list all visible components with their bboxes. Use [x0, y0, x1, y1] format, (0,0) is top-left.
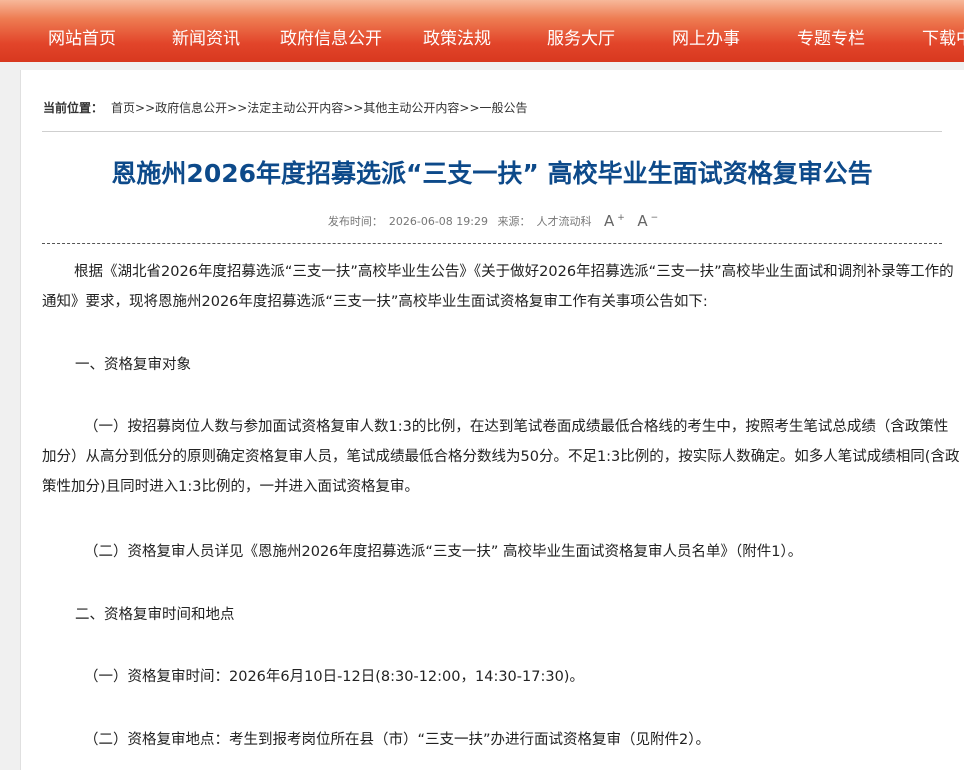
breadcrumb: 当前位置： 首页>>政府信息公开>>法定主动公开内容>>其他主动公开内容>>一般公… — [43, 99, 528, 116]
breadcrumb-other-link[interactable]: 其他主动公开内容 — [363, 101, 459, 115]
nav-item-news[interactable]: 新闻资讯 — [172, 0, 240, 62]
article-paragraph: （二）资格复审人员详见《恩施州2026年度招募选派“三支一扶” 高校毕业生面试资… — [84, 544, 803, 560]
intro-paragraph: 根据《湖北省2026年度招募选派“三支一扶”高校毕业生公告》《关于做好2026年… — [42, 264, 954, 310]
nav-item-gov-info[interactable]: 政府信息公开 — [280, 0, 382, 62]
breadcrumb-home-link[interactable]: 首页 — [111, 101, 135, 115]
section-heading: 二、资格复审时间和地点 — [75, 607, 235, 623]
minus-icon: − — [650, 213, 659, 223]
breadcrumb-separator: >> — [227, 101, 248, 115]
font-increase-button[interactable]: A + — [601, 212, 625, 230]
source-label: 来源： — [497, 215, 531, 228]
article-meta: 发布时间： 2026-06-08 19:29 来源： 人才流动科 A + A − — [21, 212, 964, 230]
nav-item-service-hall[interactable]: 服务大厅 — [547, 0, 615, 62]
article-paragraph: （二）资格复审地点：考生到报考岗位所在县（市）“三支一扶”办进行面试资格复审（见… — [84, 732, 710, 748]
nav-item-downloads[interactable]: 下载中心 — [922, 0, 964, 62]
section-heading: 一、资格复审对象 — [75, 357, 191, 373]
breadcrumb-statutory-link[interactable]: 法定主动公开内容 — [247, 101, 343, 115]
nav-item-online-service[interactable]: 网上办事 — [672, 0, 740, 62]
dashed-divider — [42, 243, 942, 244]
nav-item-topics[interactable]: 专题专栏 — [797, 0, 865, 62]
font-increase-letter: A — [604, 212, 615, 230]
breadcrumb-general-notice-link[interactable]: 一般公告 — [480, 101, 528, 115]
article-paragraph: （一）按招募岗位人数与参加面试资格复审人数1:3的比例，在达到笔试卷面成绩最低合… — [42, 419, 960, 495]
publish-time-label: 发布时间： — [327, 215, 383, 228]
font-decrease-button[interactable]: A − — [634, 212, 658, 230]
font-decrease-letter: A — [637, 212, 648, 230]
breadcrumb-label: 当前位置： — [43, 101, 104, 115]
breadcrumb-separator: >> — [135, 101, 156, 115]
breadcrumb-gov-info-link[interactable]: 政府信息公开 — [155, 101, 227, 115]
top-nav-bar: 网站首页 新闻资讯 政府信息公开 政策法规 服务大厅 网上办事 专题专栏 下载中… — [0, 0, 964, 62]
publish-time: 2026-06-08 19:29 — [388, 215, 488, 228]
article-title: 恩施州2026年度招募选派“三支一扶” 高校毕业生面试资格复审公告 — [111, 159, 873, 188]
article-paragraph: （一）资格复审时间：2026年6月10日-12日(8:30-12:00，14:3… — [84, 669, 584, 685]
source: 人才流动科 — [536, 215, 592, 228]
nav-item-home[interactable]: 网站首页 — [48, 0, 116, 62]
plus-icon: + — [617, 213, 625, 223]
content-panel: 当前位置： 首页>>政府信息公开>>法定主动公开内容>>其他主动公开内容>>一般公… — [20, 70, 964, 770]
breadcrumb-separator: >> — [343, 101, 364, 115]
divider — [42, 131, 942, 132]
breadcrumb-separator: >> — [459, 101, 480, 115]
nav-item-policy[interactable]: 政策法规 — [423, 0, 491, 62]
